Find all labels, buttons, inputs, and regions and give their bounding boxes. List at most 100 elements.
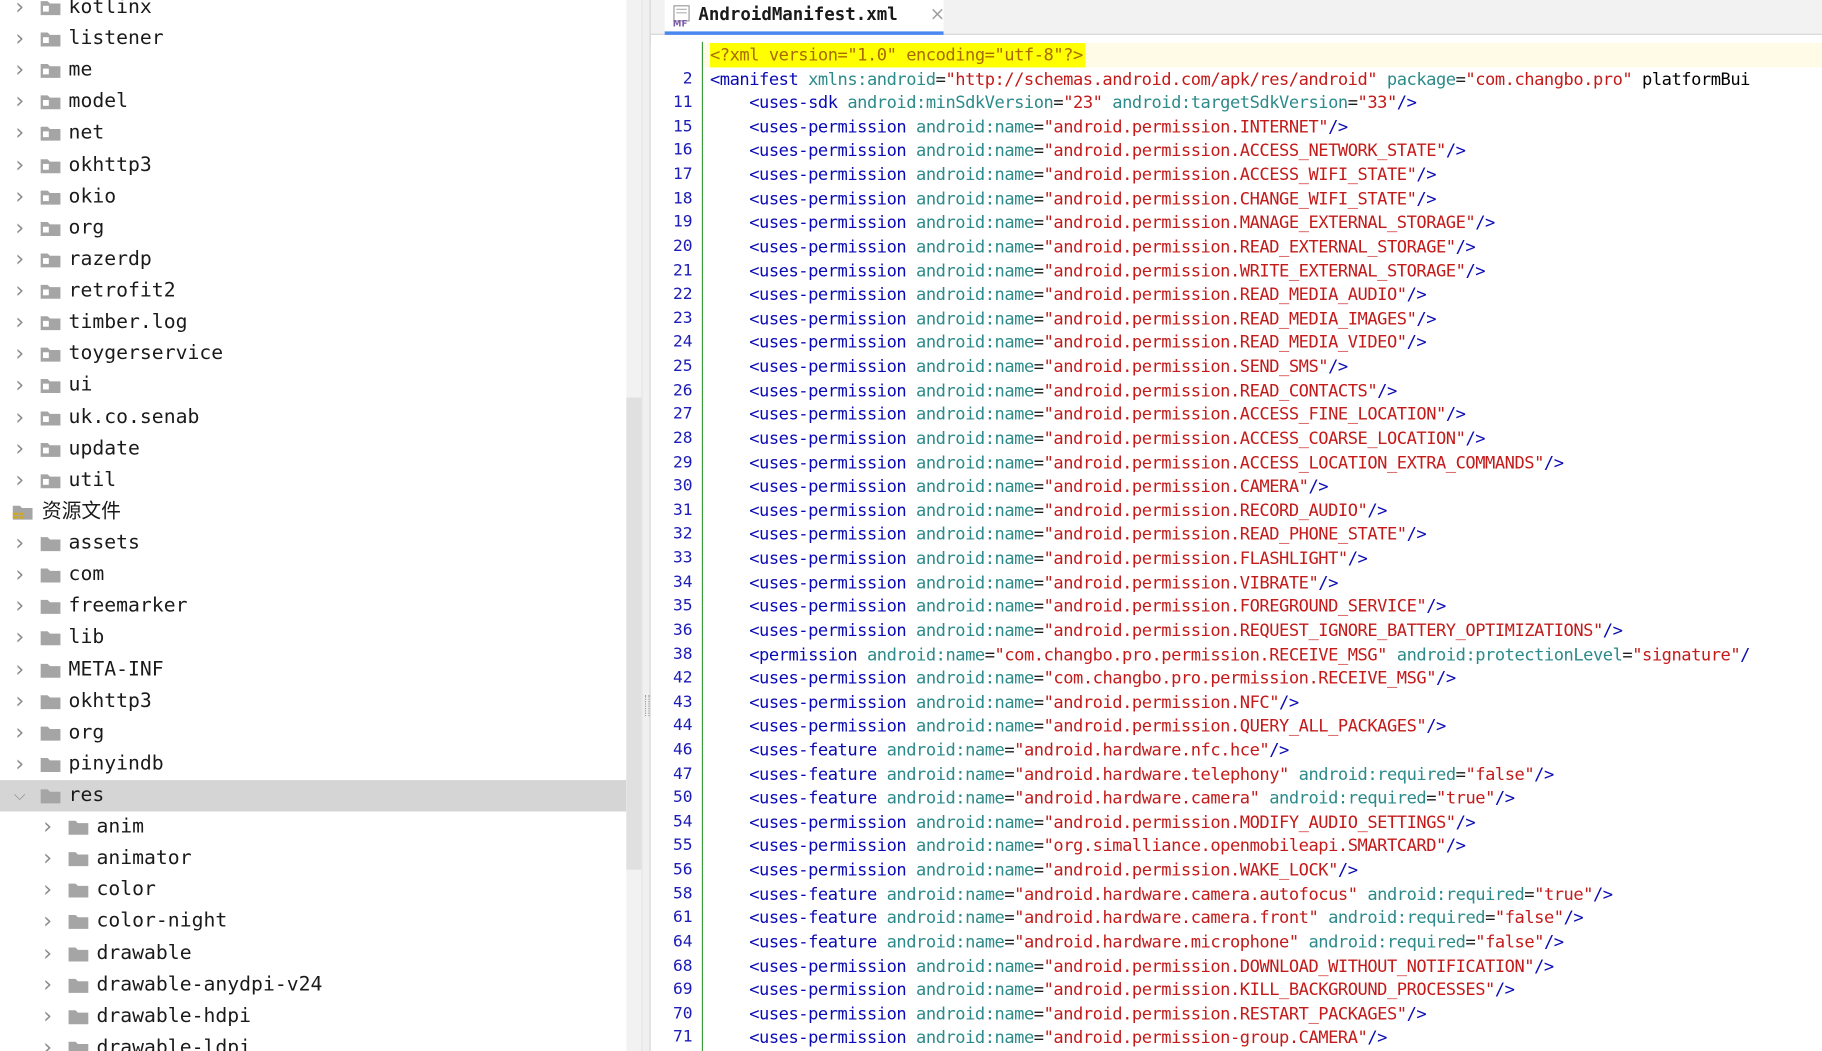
chevron-right-icon[interactable]: › xyxy=(12,150,28,181)
tree-item[interactable]: › color-night xyxy=(0,906,626,937)
code-line: <uses-permission android:name="android.p… xyxy=(749,309,1437,329)
tree-item[interactable]: › org xyxy=(0,213,626,244)
chevron-right-icon[interactable]: › xyxy=(12,402,28,433)
chevron-right-icon[interactable]: › xyxy=(12,86,28,117)
code-line: <uses-permission android:name="android.p… xyxy=(749,1028,1387,1048)
tree-item[interactable]: › util xyxy=(0,465,626,496)
splitter-grip[interactable] xyxy=(644,695,650,717)
chevron-right-icon[interactable]: › xyxy=(12,370,28,401)
chevron-right-icon[interactable]: › xyxy=(12,213,28,244)
tree-item[interactable]: › okhttp3 xyxy=(0,150,626,181)
chevron-right-icon[interactable]: › xyxy=(40,969,56,1000)
tree-item[interactable]: › ui xyxy=(0,370,626,401)
code-line: <uses-permission android:name="android.p… xyxy=(749,620,1623,641)
chevron-right-icon[interactable]: › xyxy=(12,23,28,54)
chevron-right-icon[interactable]: › xyxy=(12,339,28,370)
tree-item[interactable]: › freemarker xyxy=(0,591,626,622)
tree-item-label: update xyxy=(68,436,140,461)
project-tree-scrollbar-thumb[interactable] xyxy=(626,397,642,870)
chevron-right-icon[interactable]: › xyxy=(12,433,28,464)
tree-item[interactable]: › drawable xyxy=(0,938,626,969)
tree-item-label: okhttp3 xyxy=(68,152,152,177)
tree-item[interactable]: › razerdp xyxy=(0,244,626,275)
chevron-right-icon[interactable]: › xyxy=(12,717,28,748)
line-number: 56 xyxy=(672,860,693,880)
tree-item[interactable]: › listener xyxy=(0,23,626,54)
chevron-right-icon[interactable]: › xyxy=(12,0,28,23)
code-editor[interactable]: <?xml version="1.0" encoding="utf-8"?> <m… xyxy=(703,0,1822,1051)
code-line: <uses-permission android:name="android.p… xyxy=(749,596,1446,617)
chevron-right-icon[interactable]: › xyxy=(40,1032,56,1051)
tree-item[interactable]: › uk.co.senab xyxy=(0,402,626,433)
tree-item[interactable]: 资源文件 xyxy=(0,496,626,527)
chevron-right-icon[interactable]: › xyxy=(12,559,28,590)
code-line: <uses-permission android:name="android.p… xyxy=(749,356,1348,377)
tree-item[interactable]: › kotlinx xyxy=(0,0,626,23)
tree-item-label: lib xyxy=(68,625,105,650)
chevron-right-icon[interactable]: › xyxy=(12,622,28,653)
chevron-right-icon[interactable]: › xyxy=(40,906,56,937)
tree-item[interactable]: › retrofit2 xyxy=(0,276,626,307)
tree-item[interactable]: › drawable-anydpi-v24 xyxy=(0,969,626,1000)
package-folder-icon xyxy=(40,283,62,300)
chevron-right-icon[interactable]: › xyxy=(40,1001,56,1032)
project-tree[interactable]: › kotlinx › listener › me › model › net › okhttp3 › o… xyxy=(0,0,627,1051)
tree-item[interactable]: › org xyxy=(0,717,626,748)
chevron-right-icon[interactable]: › xyxy=(12,307,28,338)
tree-item[interactable]: › drawable-hdpi xyxy=(0,1001,626,1032)
tree-item[interactable]: › net xyxy=(0,118,626,149)
chevron-right-icon[interactable]: › xyxy=(12,685,28,716)
tree-item[interactable]: › assets xyxy=(0,528,626,559)
tree-item[interactable]: › update xyxy=(0,433,626,464)
tree-item-label: freemarker xyxy=(68,594,188,618)
tree-item[interactable]: › model xyxy=(0,86,626,117)
chevron-right-icon[interactable]: › xyxy=(40,875,56,906)
chevron-right-icon[interactable]: › xyxy=(12,244,28,275)
chevron-right-icon[interactable]: › xyxy=(40,938,56,969)
package-folder-icon xyxy=(40,62,62,79)
tree-item[interactable]: › animator xyxy=(0,843,626,874)
tree-item[interactable]: › toygerservice xyxy=(0,339,626,370)
chevron-right-icon[interactable]: › xyxy=(12,118,28,149)
package-folder-icon xyxy=(40,440,62,457)
tree-item-label: net xyxy=(68,121,105,145)
chevron-right-icon[interactable]: › xyxy=(12,181,28,212)
chevron-right-icon[interactable]: › xyxy=(40,843,56,874)
tree-item[interactable]: › timber.log xyxy=(0,307,626,338)
tree-item-label: uk.co.senab xyxy=(68,405,200,429)
tree-item[interactable]: › META-INF xyxy=(0,654,626,685)
tree-item[interactable]: › com xyxy=(0,559,626,590)
panel-splitter[interactable] xyxy=(641,0,651,1051)
tree-item[interactable]: › pinyindb xyxy=(0,749,626,780)
line-number: 61 xyxy=(672,908,693,927)
chevron-right-icon[interactable]: › xyxy=(40,812,56,843)
tree-item[interactable]: ⌵ res xyxy=(0,780,627,812)
tree-item[interactable]: › color xyxy=(0,875,626,906)
package-folder-icon xyxy=(40,0,62,16)
tree-item[interactable]: › okio xyxy=(0,181,626,212)
chevron-right-icon[interactable]: › xyxy=(12,654,28,685)
chevron-right-icon[interactable]: › xyxy=(12,55,28,86)
tree-item[interactable]: › okhttp3 xyxy=(0,685,626,716)
tree-item-label: timber.log xyxy=(68,310,188,334)
chevron-right-icon[interactable]: › xyxy=(12,528,28,559)
manifest-file-icon: MF xyxy=(672,5,695,30)
chevron-right-icon[interactable]: › xyxy=(12,749,28,780)
code-line: <uses-feature android:name="android.hard… xyxy=(749,788,1515,809)
chevron-down-icon[interactable]: ⌵ xyxy=(12,780,28,811)
code-line: <uses-permission android:name="android.p… xyxy=(749,452,1564,473)
tree-item-label: org xyxy=(68,216,105,240)
tree-item[interactable]: › anim xyxy=(0,812,626,843)
svg-text:MF: MF xyxy=(673,20,688,28)
code-line: <uses-permission android:name="android.p… xyxy=(749,333,1427,353)
resources-root-icon xyxy=(12,502,34,520)
line-number: 68 xyxy=(672,956,693,975)
tree-item[interactable]: › me xyxy=(0,55,626,86)
tree-item[interactable]: › drawable-ldpi xyxy=(0,1032,626,1051)
chevron-right-icon[interactable]: › xyxy=(12,591,28,622)
chevron-right-icon[interactable]: › xyxy=(12,276,28,307)
line-number: 11 xyxy=(672,93,693,112)
tree-item[interactable]: › lib xyxy=(0,622,626,653)
tree-item-label: razerdp xyxy=(68,247,152,271)
chevron-right-icon[interactable]: › xyxy=(12,465,28,496)
